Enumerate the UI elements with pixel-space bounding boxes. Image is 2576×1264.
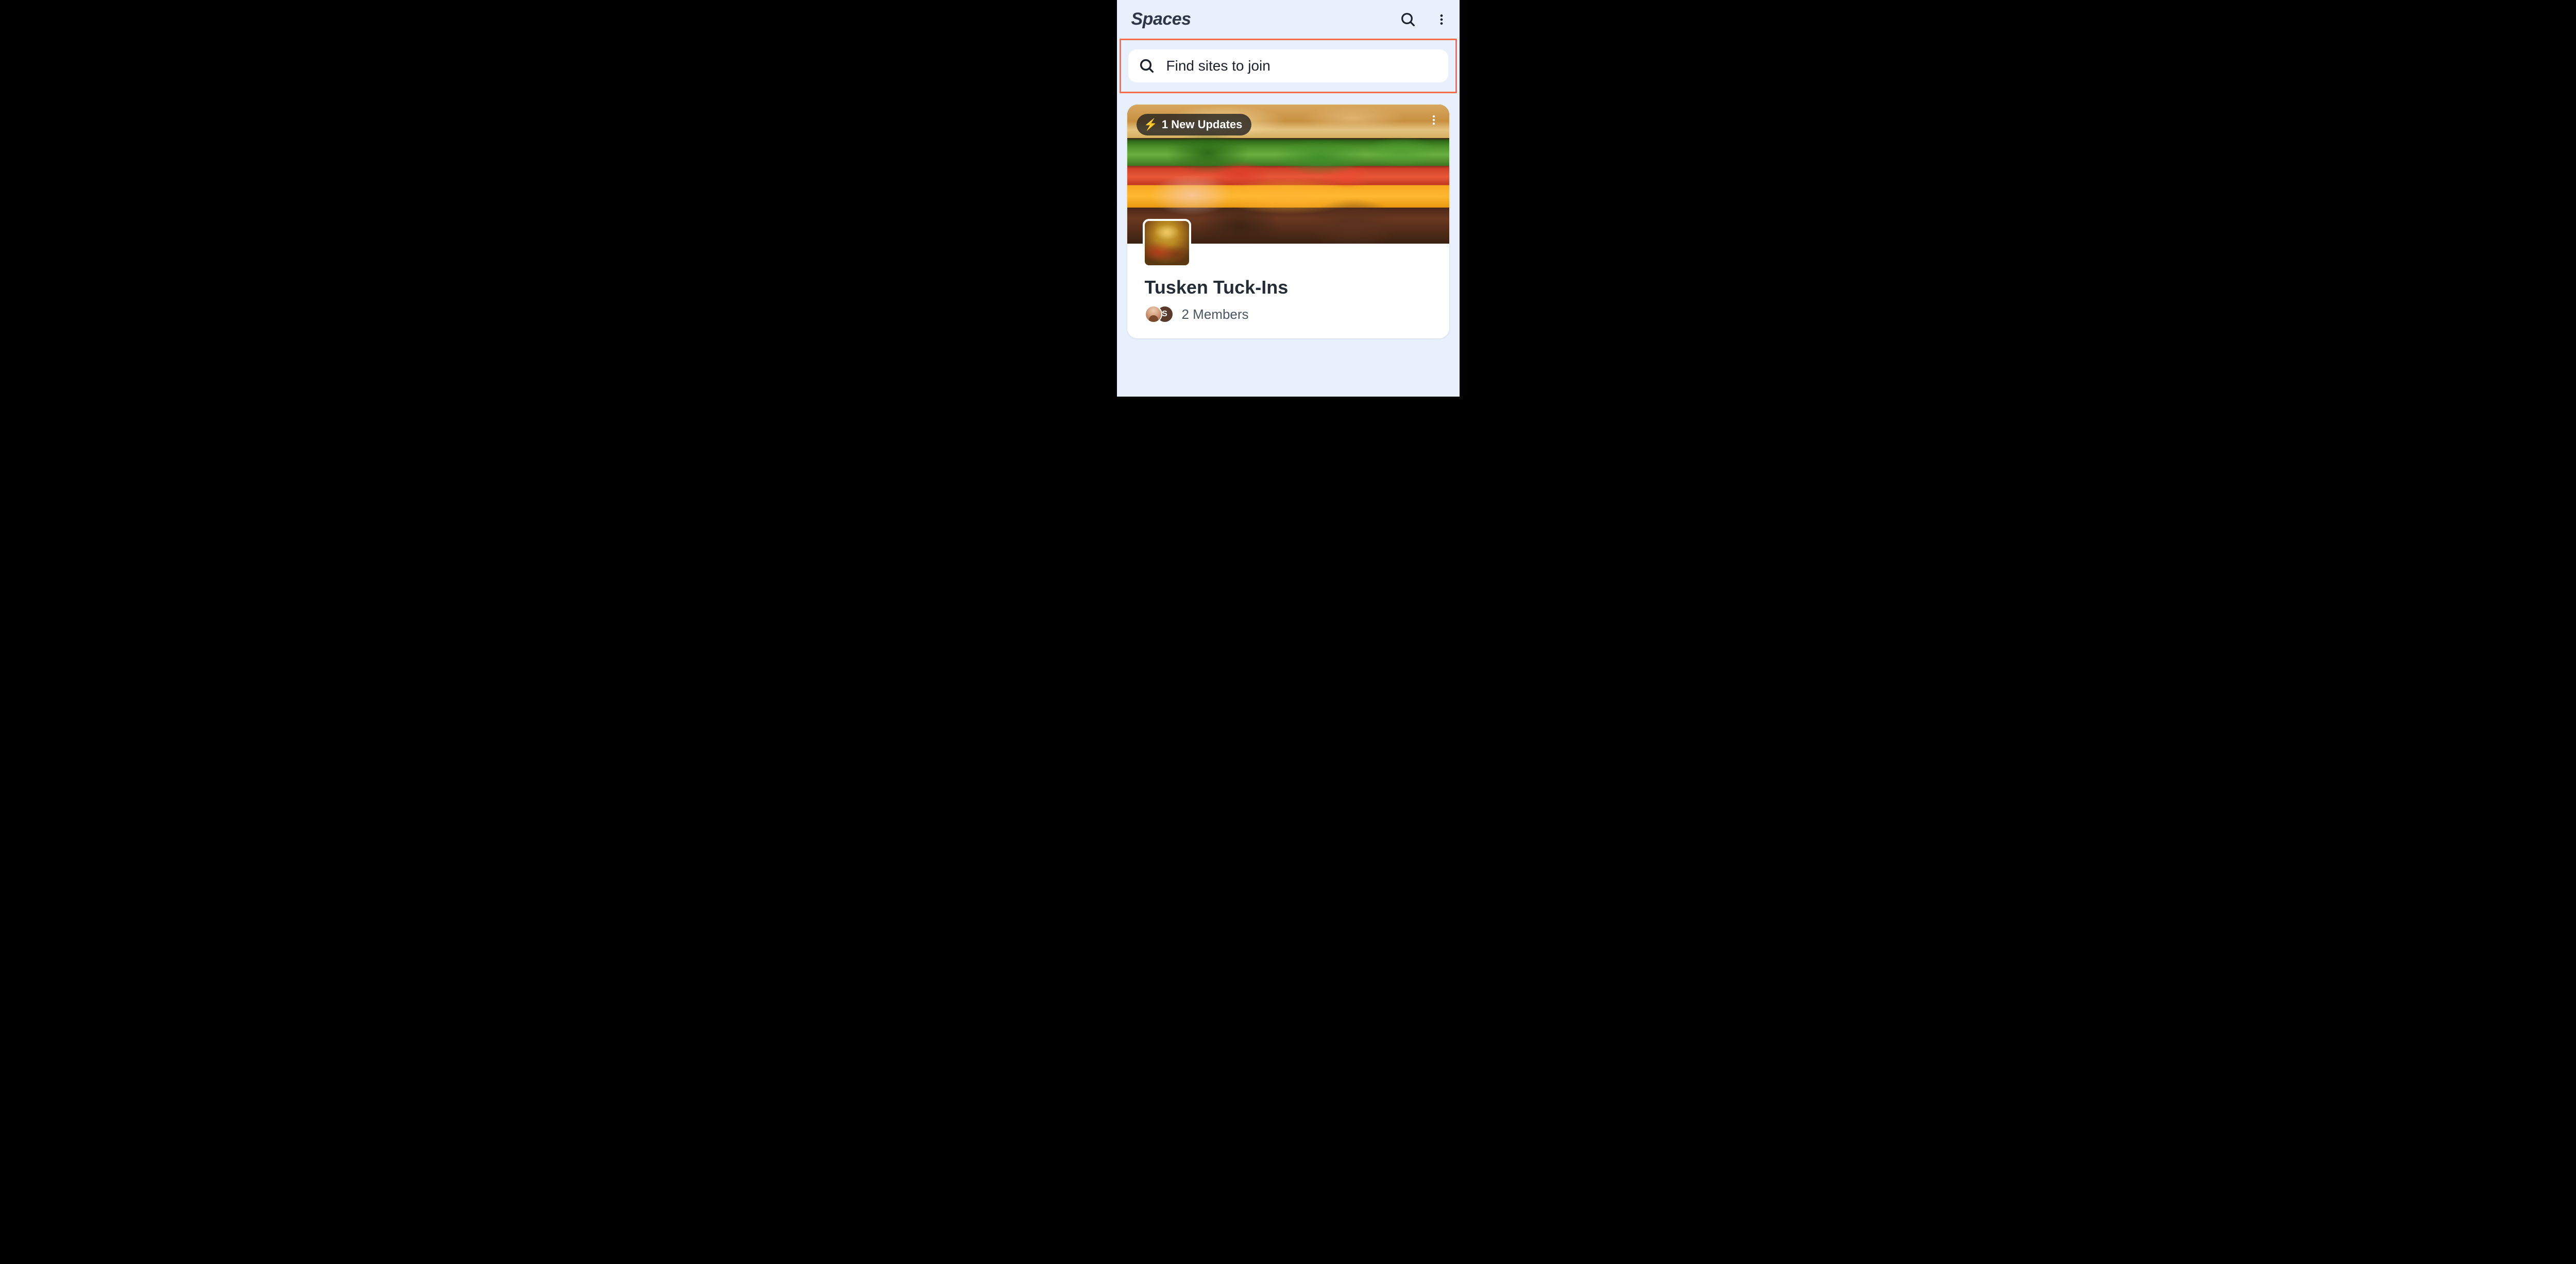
header-more-button[interactable] [1435,13,1448,26]
content: ⚡ 1 New Updates Tusken Tuck-Ins [1117,93,1460,338]
search-highlight [1120,39,1457,93]
space-title: Tusken Tuck-Ins [1145,277,1432,298]
search-icon [1400,11,1416,28]
header: Spaces [1117,0,1460,39]
member-avatar [1145,305,1162,323]
search-icon [1139,58,1155,74]
search-bar[interactable] [1128,49,1448,82]
member-avatars: S [1145,305,1174,323]
header-actions [1400,11,1448,28]
card-more-button[interactable] [1428,114,1440,126]
updates-badge-text: 1 New Updates [1162,118,1243,131]
header-search-button[interactable] [1400,11,1416,28]
card-cover-image: ⚡ 1 New Updates [1127,105,1449,244]
more-vertical-icon [1428,114,1440,126]
page-title: Spaces [1131,9,1191,29]
members-count: 2 Members [1182,306,1249,322]
search-input[interactable] [1166,58,1438,74]
app-screen: Spaces [1117,0,1460,397]
updates-badge[interactable]: ⚡ 1 New Updates [1137,114,1252,135]
members-row: S 2 Members [1145,305,1432,323]
more-vertical-icon [1435,13,1448,26]
space-card[interactable]: ⚡ 1 New Updates Tusken Tuck-Ins [1127,105,1449,338]
space-avatar [1143,219,1191,267]
lightning-icon: ⚡ [1144,118,1158,131]
